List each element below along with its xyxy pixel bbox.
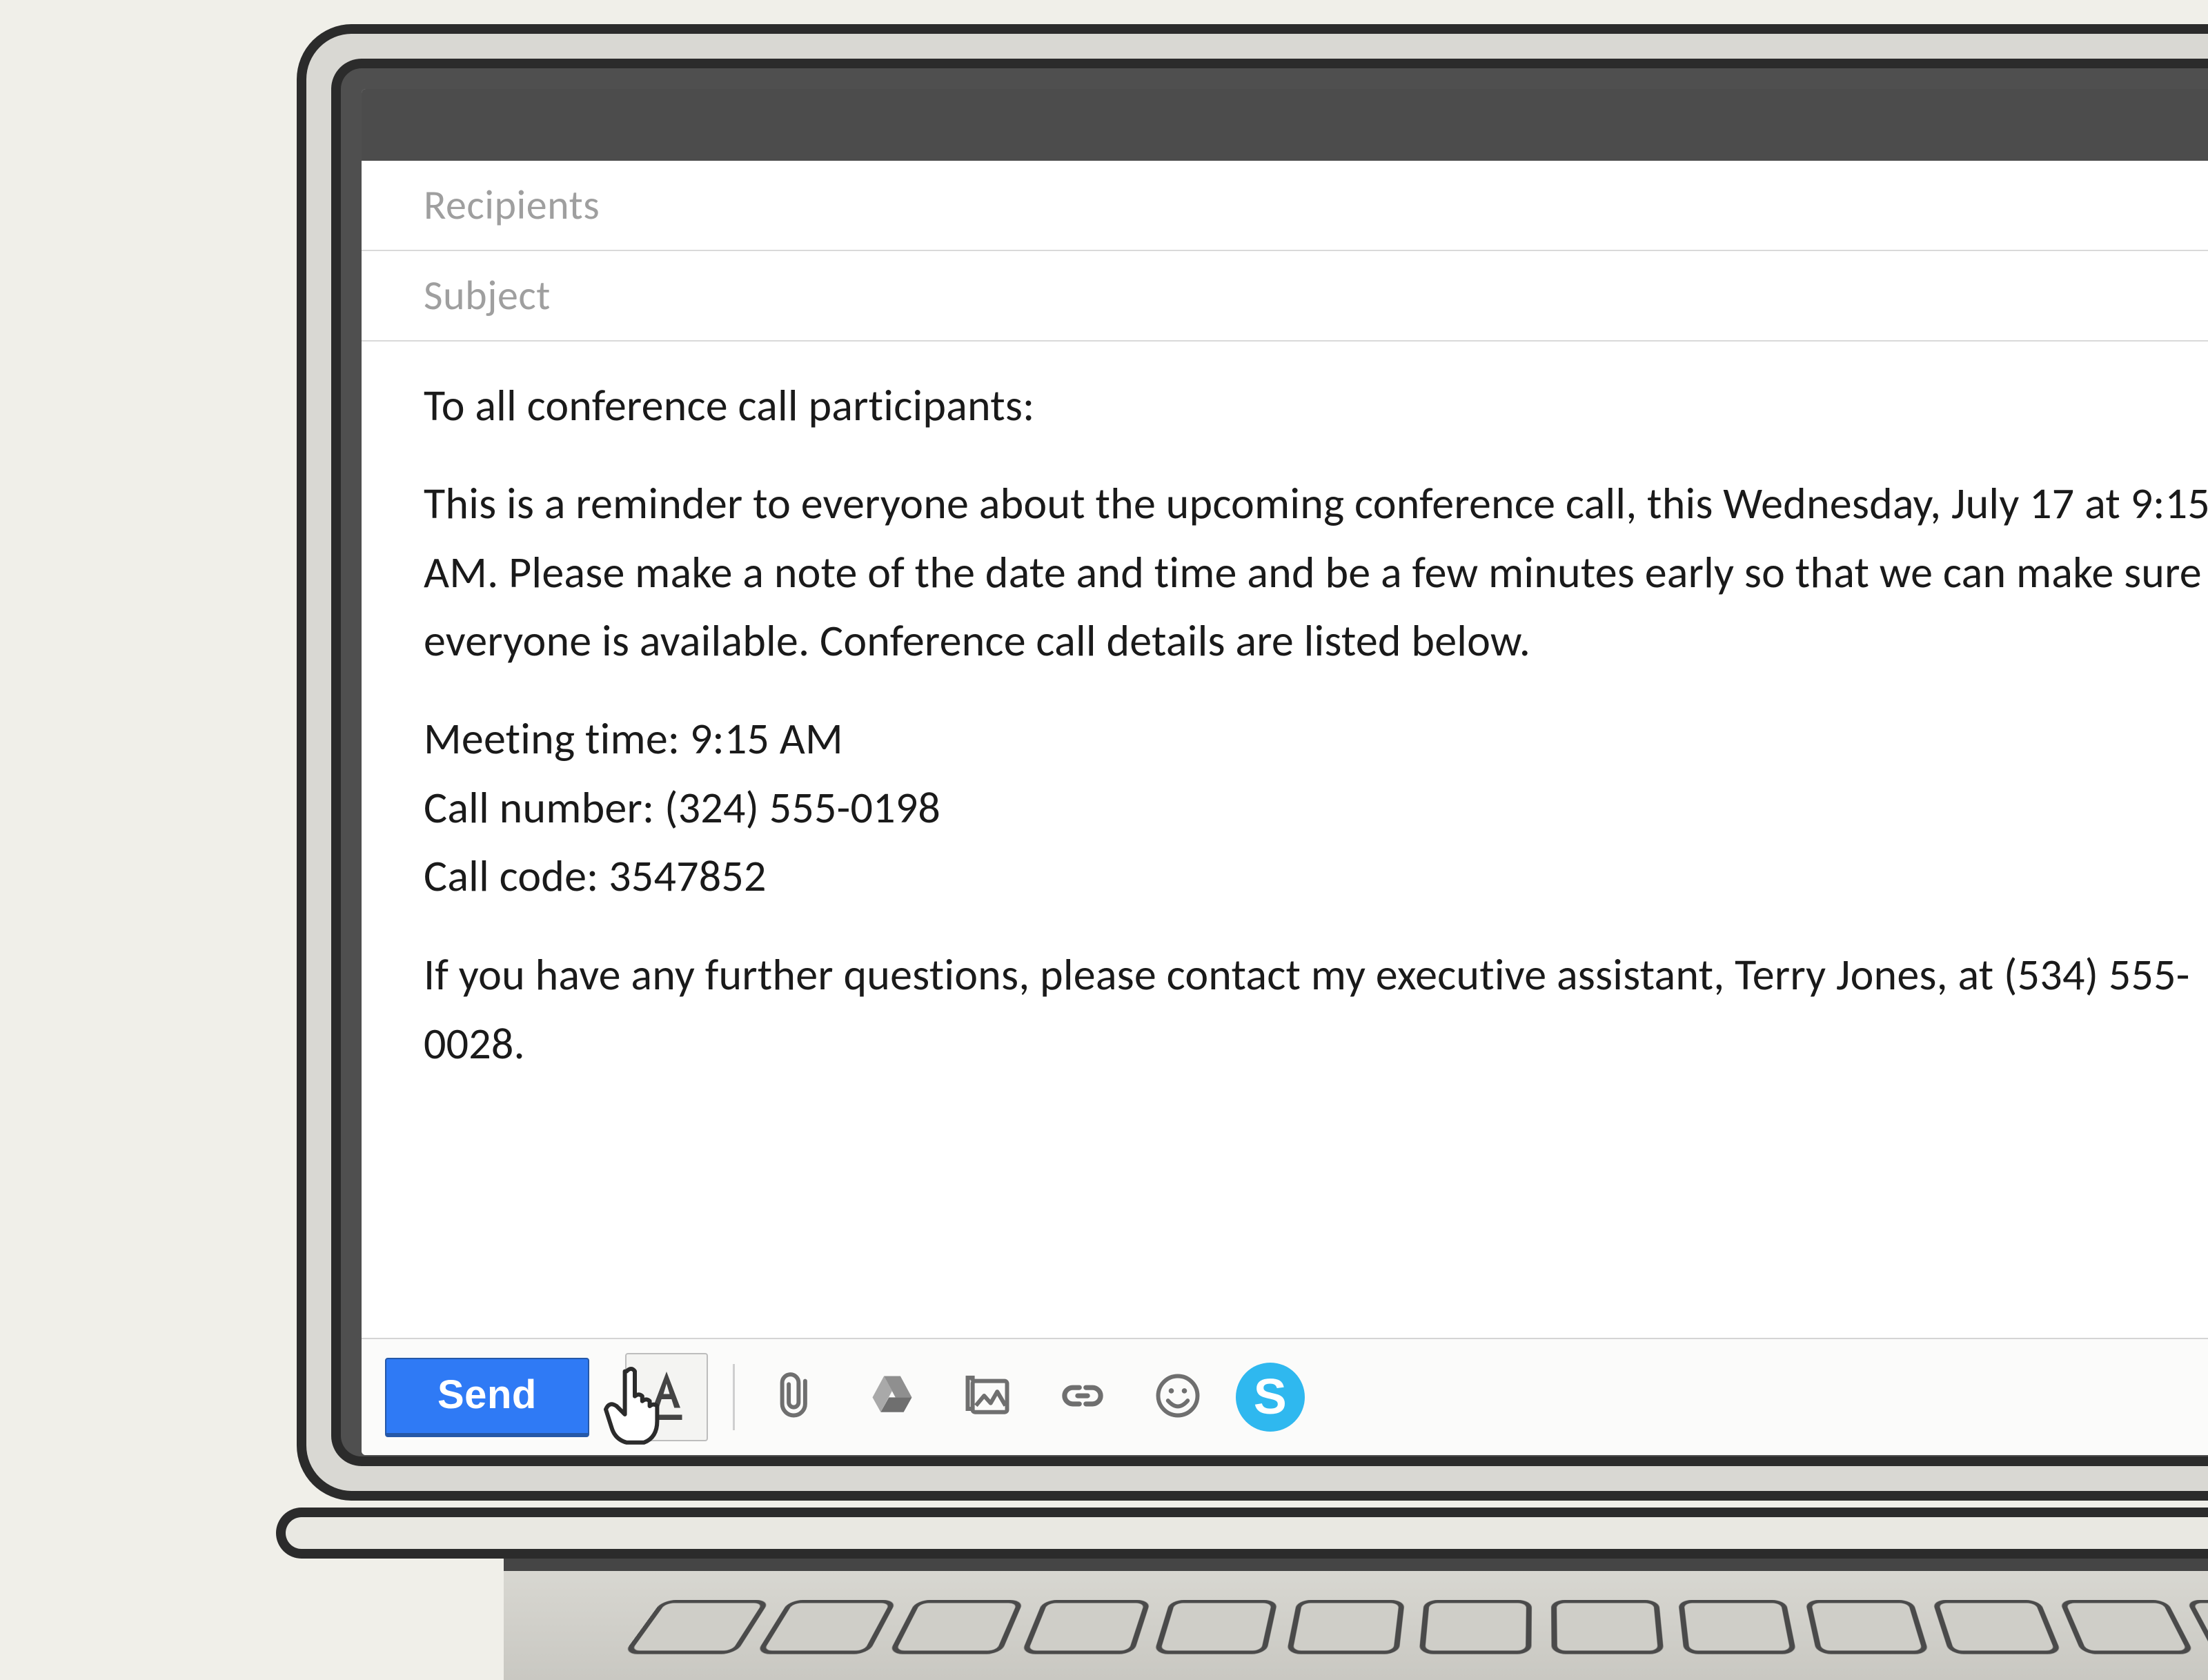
laptop-hinge (276, 1508, 2208, 1559)
body-salutation: To all conference call participants: (424, 372, 2208, 441)
text-format-icon (646, 1368, 687, 1427)
text-format-button[interactable] (625, 1353, 708, 1441)
meeting-time-line: Meeting time: 9:15 AM (424, 705, 2208, 773)
drive-button[interactable] (855, 1360, 929, 1434)
emoji-button[interactable] (1141, 1360, 1215, 1434)
laptop-keyboard-deck (504, 1559, 2208, 1680)
link-icon (1056, 1370, 1109, 1425)
paperclip-icon (771, 1370, 823, 1425)
call-code-line: Call code: 3547852 (424, 842, 2208, 911)
send-button[interactable]: Send (385, 1358, 589, 1437)
keyboard-keys (623, 1600, 2208, 1654)
email-body[interactable]: To all conference call participants: Thi… (362, 342, 2208, 1338)
body-paragraph-1: This is a reminder to everyone about the… (424, 470, 2208, 676)
window-titlebar (362, 89, 2208, 161)
skype-icon: S (1254, 1369, 1287, 1425)
emoji-icon (1152, 1370, 1204, 1425)
image-icon (961, 1370, 1014, 1425)
screen: Recipients Subject To all conference cal… (362, 89, 2208, 1455)
body-paragraph-2: If you have any further questions, pleas… (424, 941, 2208, 1079)
toolbar-divider (733, 1364, 735, 1430)
insert-image-button[interactable] (950, 1360, 1025, 1434)
skype-button[interactable]: S (1236, 1363, 1305, 1432)
attach-button[interactable] (760, 1360, 834, 1434)
compose-toolbar: Send (362, 1338, 2208, 1455)
laptop-illustration: Recipients Subject To all conference cal… (276, 24, 2208, 1680)
call-number-line: Call number: (324) 555-0198 (424, 774, 2208, 842)
drive-icon (866, 1370, 918, 1425)
call-details-block: Meeting time: 9:15 AM Call number: (324)… (424, 705, 2208, 911)
laptop-bezel: Recipients Subject To all conference cal… (331, 59, 2208, 1466)
recipients-field[interactable]: Recipients (362, 161, 2208, 251)
subject-field[interactable]: Subject (362, 251, 2208, 342)
insert-link-button[interactable] (1045, 1360, 1120, 1434)
